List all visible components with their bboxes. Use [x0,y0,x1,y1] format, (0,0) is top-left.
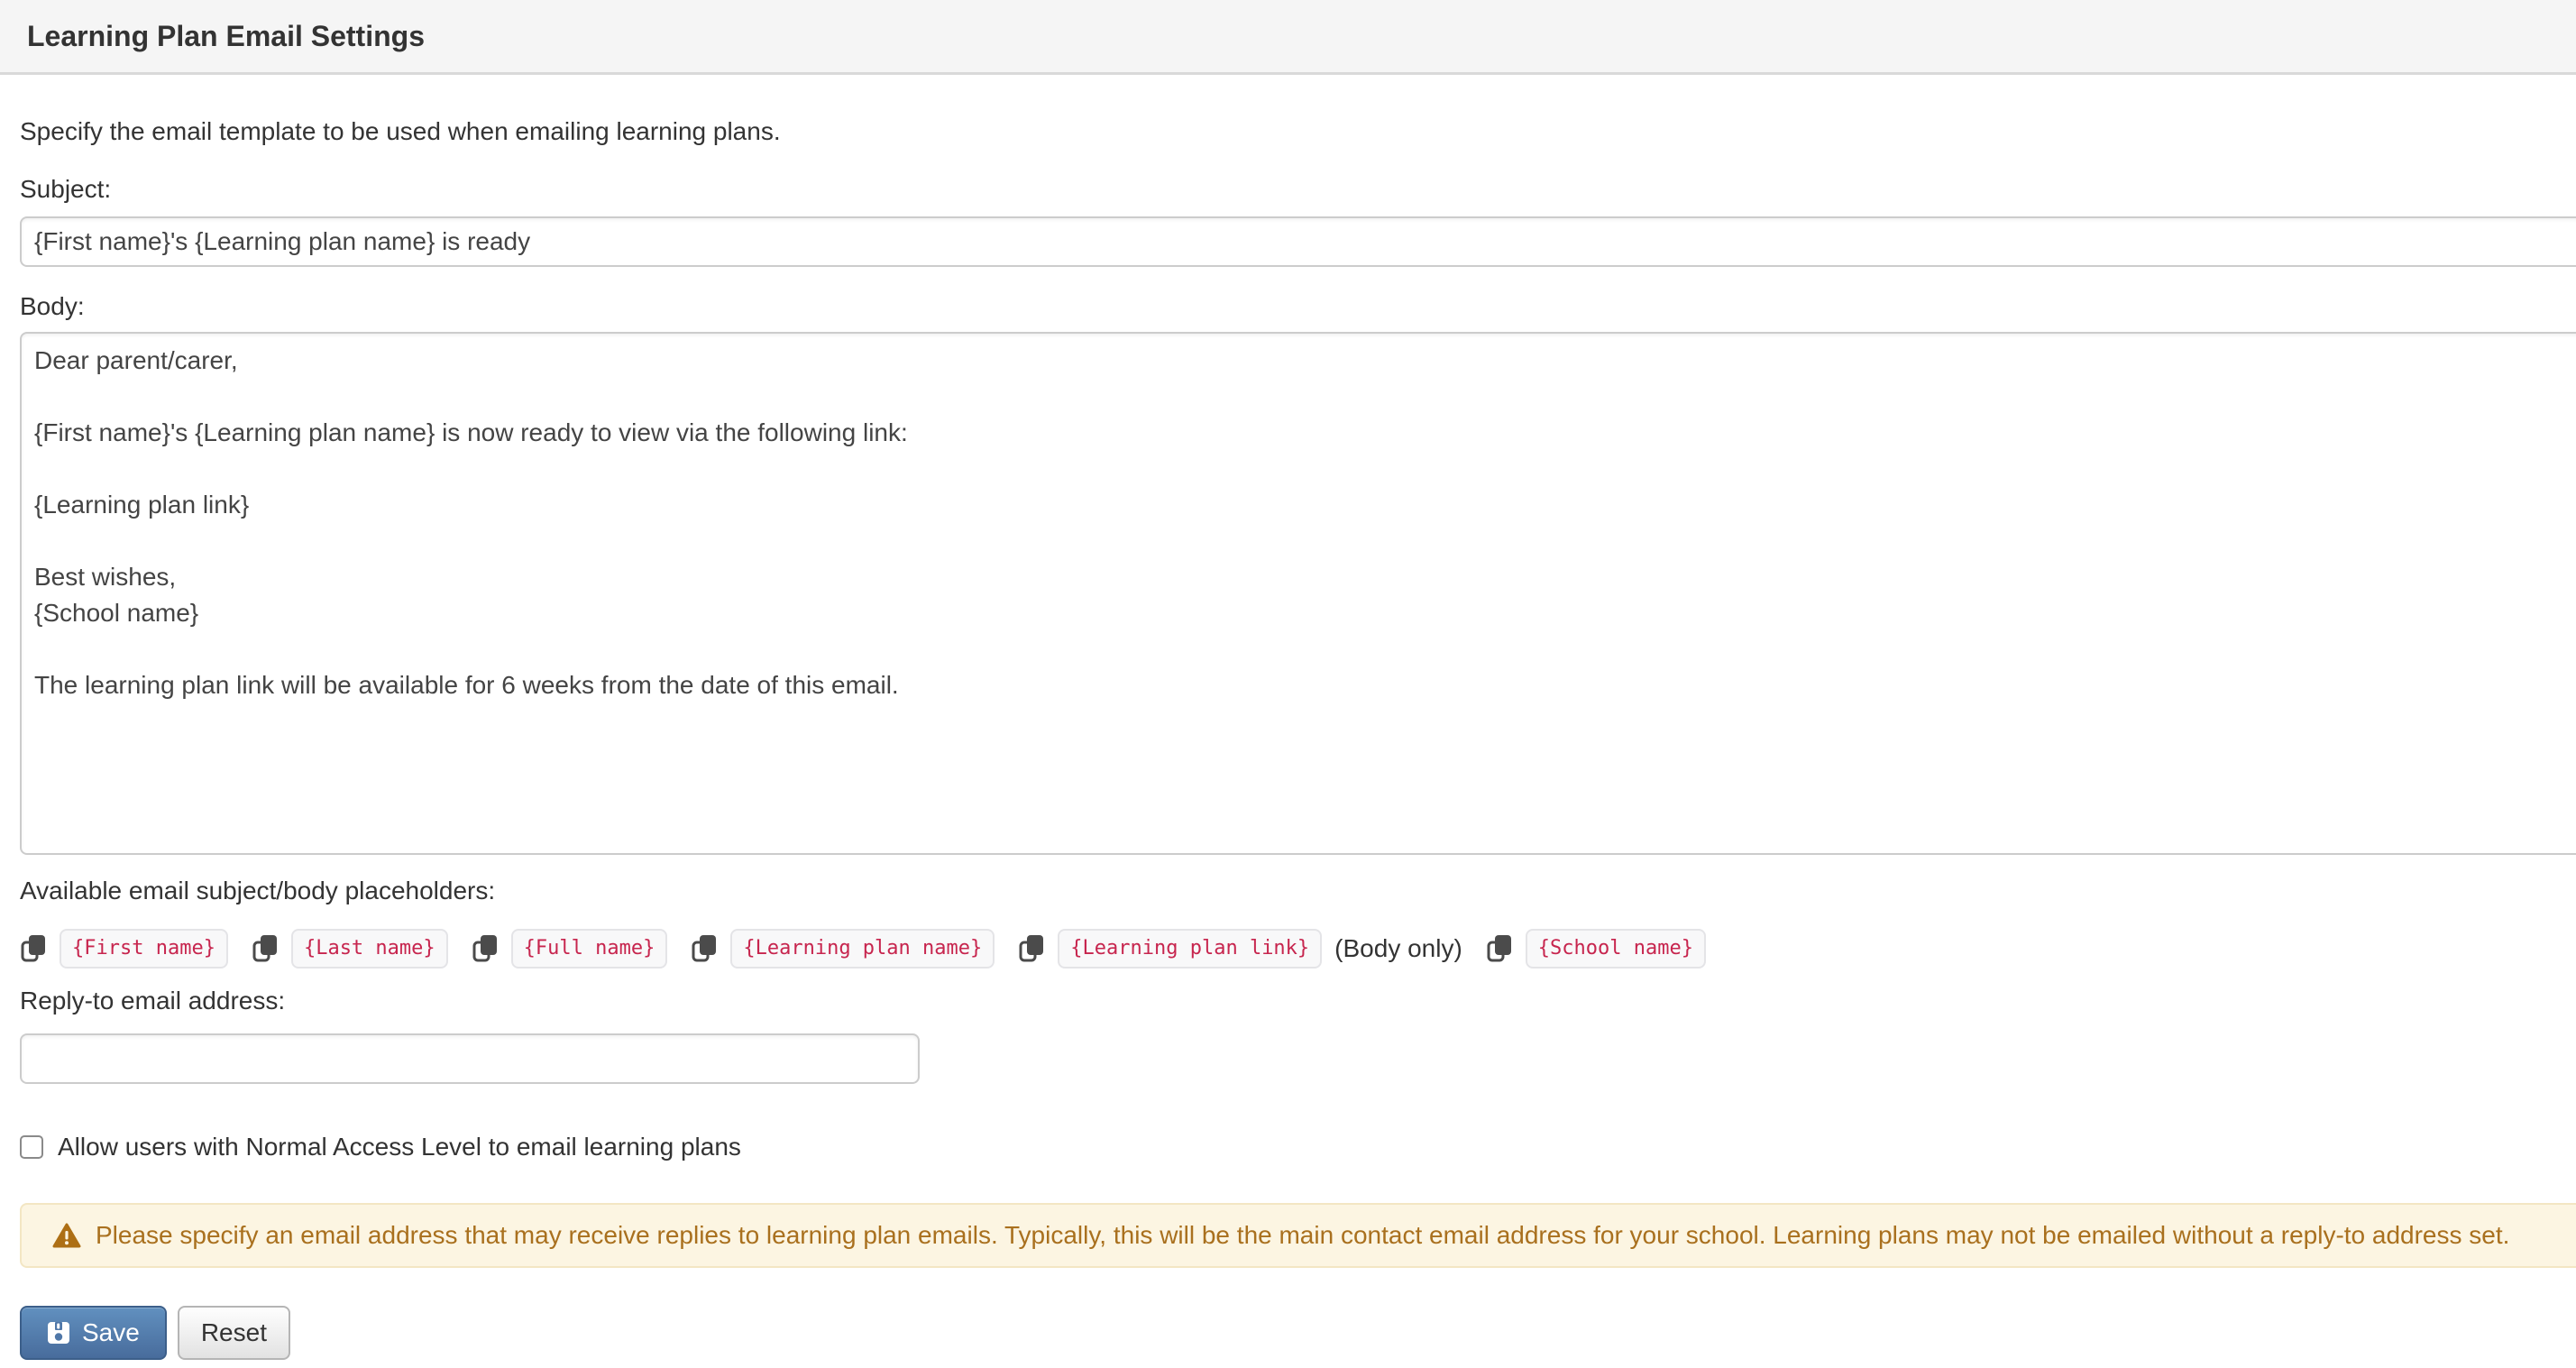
subject-label: Subject: [20,175,112,203]
placeholders-label: Available email subject/body placeholder… [20,877,496,904]
warning-triangle-icon [52,1222,81,1249]
page-header: Learning Plan Email Settings [0,0,2576,75]
placeholder-badges-row: {First name} {Last name} {Full name} {Le… [20,929,2576,969]
page-title: Learning Plan Email Settings [27,20,425,52]
access-checkbox-label: Allow users with Normal Access Level to … [58,1133,741,1161]
copy-icon[interactable] [1486,933,1513,964]
copy-icon[interactable] [20,933,47,964]
placeholder-group: {First name} [20,929,228,969]
body-label: Body: [20,292,85,320]
placeholder-token: {Full name} [510,929,668,969]
save-floppy-icon [47,1321,70,1345]
subject-input[interactable] [20,216,2576,267]
warning-alert: Please specify an email address that may… [20,1203,2576,1268]
placeholder-note: (Body only) [1334,934,1462,962]
placeholder-group: {School name} [1486,929,1706,969]
placeholder-group: {Last name} [252,929,448,969]
access-checkbox-row: Allow users with Normal Access Level to … [20,1129,2576,1165]
form-buttons: Save Reset [20,1306,2576,1360]
save-button[interactable]: Save [20,1306,167,1360]
copy-icon[interactable] [252,933,279,964]
placeholder-token: {Learning plan name} [730,929,995,969]
copy-icon[interactable] [1018,933,1045,964]
replyto-input[interactable] [20,1033,920,1084]
intro-text: Specify the email template to be used wh… [20,117,781,145]
settings-form: Specify the email template to be used wh… [0,114,2576,1360]
placeholder-token: {Learning plan link} [1058,929,1323,969]
placeholder-token: {First name} [60,929,228,969]
warning-text: Please specify an email address that may… [96,1221,2510,1249]
access-checkbox[interactable] [20,1135,43,1159]
placeholder-group: {Full name} [472,929,668,969]
replyto-label: Reply-to email address: [20,987,286,1015]
reset-button-label: Reset [200,1318,267,1346]
copy-icon[interactable] [472,933,499,964]
placeholder-token: {Last name} [290,929,448,969]
placeholder-group: {Learning plan link} (Body only) [1018,929,1462,969]
save-button-label: Save [82,1318,140,1346]
body-textarea[interactable]: Dear parent/carer, {First name}'s {Learn… [20,332,2576,855]
placeholder-token: {School name} [1525,929,1706,969]
copy-icon[interactable] [691,933,718,964]
reset-button[interactable]: Reset [177,1306,290,1360]
placeholder-group: {Learning plan name} [691,929,995,969]
